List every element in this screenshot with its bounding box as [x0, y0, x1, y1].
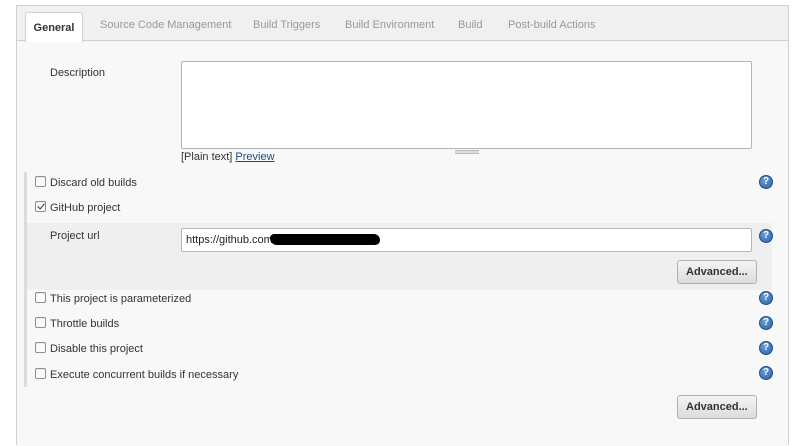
disable-project-label: Disable this project [50, 343, 143, 355]
concurrent-builds-checkbox[interactable] [35, 368, 46, 379]
help-icon[interactable]: ? [759, 291, 773, 305]
throttle-builds-checkbox[interactable] [35, 317, 46, 328]
tab-build-triggers[interactable]: Build Triggers [253, 6, 320, 41]
help-icon[interactable]: ? [759, 175, 773, 189]
tab-source-code-management[interactable]: Source Code Management [100, 6, 231, 41]
help-icon[interactable]: ? [759, 316, 773, 330]
tab-build[interactable]: Build [458, 6, 482, 41]
concurrent-builds-label: Execute concurrent builds if necessary [50, 369, 239, 381]
description-format-hint: [Plain text] Preview [181, 151, 275, 163]
github-project-checkbox[interactable] [35, 201, 46, 212]
help-icon[interactable]: ? [759, 366, 773, 380]
parameterized-checkbox[interactable] [35, 292, 46, 303]
description-textarea[interactable] [181, 61, 752, 149]
general-advanced-button[interactable]: Advanced... [677, 395, 757, 419]
project-url-label: Project url [50, 230, 100, 242]
throttle-builds-label: Throttle builds [50, 318, 120, 330]
plain-text-label: [Plain text] [181, 151, 233, 163]
general-section: Description [Plain text] Preview Discard… [17, 42, 788, 446]
tab-bar: General Source Code Management Build Tri… [17, 6, 788, 42]
preview-link[interactable]: Preview [235, 151, 274, 163]
textarea-resize-handle[interactable] [455, 150, 479, 154]
github-project-label: GitHub project [50, 202, 121, 214]
description-label: Description [50, 67, 106, 79]
parameterized-label: This project is parameterized [50, 293, 192, 305]
tab-build-environment[interactable]: Build Environment [345, 6, 434, 41]
tab-post-build-actions[interactable]: Post-build Actions [508, 6, 595, 41]
discard-old-builds-checkbox[interactable] [35, 176, 46, 187]
project-url-value: https://github.com/ [186, 234, 276, 246]
github-advanced-button[interactable]: Advanced... [677, 260, 757, 284]
help-icon[interactable]: ? [759, 341, 773, 355]
disable-project-checkbox[interactable] [35, 342, 46, 353]
project-url-input[interactable]: https://github.com/ [181, 228, 752, 252]
config-panel: General Source Code Management Build Tri… [16, 5, 789, 446]
redaction-mark [270, 234, 380, 245]
discard-old-builds-label: Discard old builds [50, 177, 137, 189]
tab-general[interactable]: General [25, 12, 83, 42]
help-icon[interactable]: ? [759, 229, 773, 243]
